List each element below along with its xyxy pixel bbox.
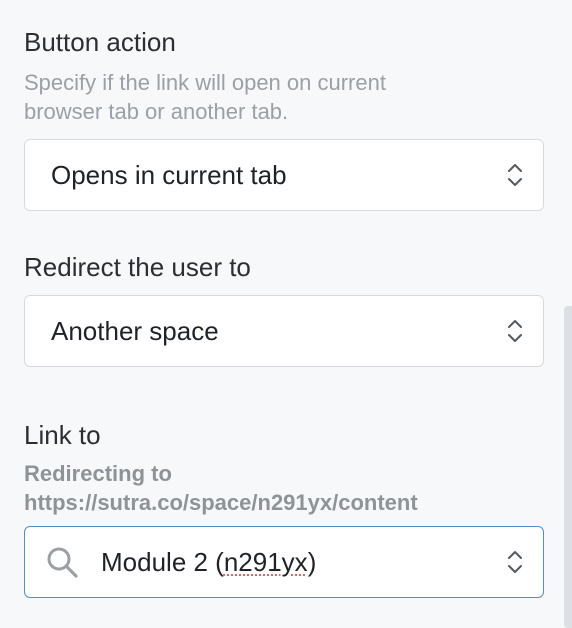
button-action-select-value: Opens in current tab: [51, 159, 287, 190]
chevron-updown-icon: [508, 320, 522, 342]
chevron-updown-icon: [508, 164, 522, 186]
link-to-section: Link to Redirecting to https://sutra.co/…: [24, 419, 544, 598]
link-to-value-prefix: Module 2 (: [101, 546, 224, 577]
chevron-updown-icon: [508, 551, 522, 573]
link-to-select-value: Module 2 (n291yx): [101, 547, 316, 578]
button-action-section: Button action Specify if the link will o…: [24, 26, 544, 211]
link-to-value-suffix: ): [307, 546, 317, 577]
button-action-helper-line2: browser tab or another tab.: [24, 99, 289, 124]
search-icon: [47, 547, 78, 578]
link-to-search-select[interactable]: Module 2 (n291yx): [24, 526, 544, 598]
button-action-helper-line1: Specify if the link will open on current: [24, 70, 386, 95]
redirect-select-value: Another space: [51, 315, 219, 346]
redirect-label: Redirect the user to: [24, 252, 251, 282]
redirecting-to-label: Redirecting to: [24, 461, 172, 486]
redirect-section: Redirect the user to Another space: [24, 251, 544, 367]
button-action-select[interactable]: Opens in current tab: [24, 139, 544, 211]
button-action-label: Button action: [24, 27, 176, 57]
link-to-value-code: n291yx: [223, 546, 308, 577]
link-to-label: Link to: [24, 420, 101, 450]
redirect-url: https://sutra.co/space/n291yx/content: [24, 490, 418, 515]
scrollbar[interactable]: [564, 306, 572, 628]
redirect-select[interactable]: Another space: [24, 295, 544, 367]
